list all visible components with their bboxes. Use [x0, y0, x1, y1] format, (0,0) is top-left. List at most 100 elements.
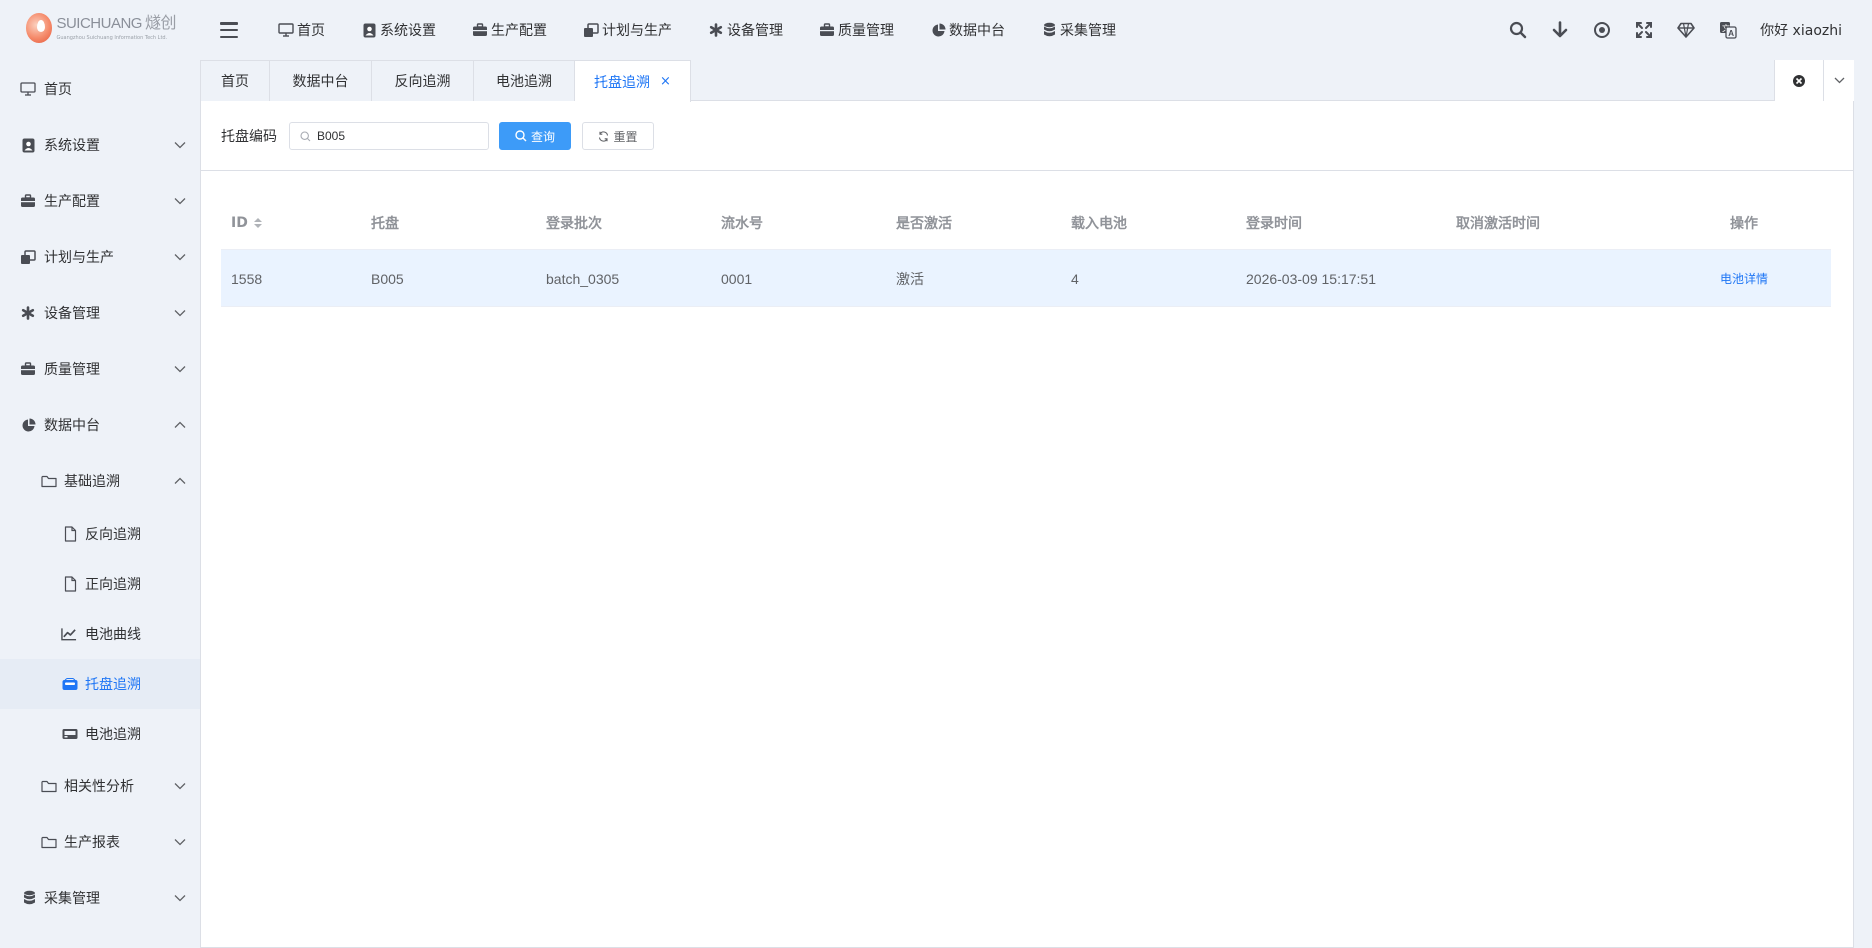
- tab-data-center[interactable]: 数据中台: [270, 60, 372, 101]
- sidebar-item-label: 电池曲线: [85, 627, 141, 643]
- column-header-action: 操作: [1730, 215, 1758, 232]
- sort-icon[interactable]: [253, 217, 262, 228]
- cell-batch: batch_0305: [546, 270, 620, 287]
- sidebar-item-basic-trace[interactable]: 基础追溯: [0, 453, 200, 509]
- topnav-item-system-settings[interactable]: 系统设置: [361, 0, 436, 60]
- pie-chart-icon: [20, 417, 36, 433]
- cell-serial: 0001: [721, 270, 753, 287]
- sidebar-item-data-center[interactable]: 数据中台: [0, 397, 200, 453]
- database-icon: [21, 890, 37, 906]
- sidebar-item-label: 正向追溯: [85, 577, 141, 593]
- sidebar-item-home[interactable]: 首页: [0, 61, 200, 117]
- topnav-label: 质量管理: [838, 23, 894, 39]
- close-icon[interactable]: ×: [660, 74, 671, 89]
- section-divider: [201, 170, 1853, 171]
- briefcase-icon: [819, 22, 835, 38]
- table-header: ID 托盘 登录批次 流水号 是否激活 载入电池 登录时间 取消激活时间 操作: [221, 196, 1831, 250]
- sidebar-item-label: 相关性分析: [64, 779, 134, 795]
- topnav-label: 设备管理: [727, 23, 783, 39]
- search-icon[interactable]: [1508, 20, 1528, 40]
- tray-code-input[interactable]: [317, 129, 477, 143]
- topnav-item-data-center[interactable]: 数据中台: [930, 0, 1005, 60]
- column-header-login-time: 登录时间: [1246, 215, 1302, 232]
- sidebar-item-reverse-trace[interactable]: 反向追溯: [0, 509, 200, 559]
- sidebar-item-battery-trace[interactable]: 电池追溯: [0, 709, 200, 759]
- briefcase-icon: [472, 22, 488, 38]
- sidebar-item-forward-trace[interactable]: 正向追溯: [0, 559, 200, 609]
- sidebar-item-production-config[interactable]: 生产配置: [0, 173, 200, 229]
- topnav-item-planning[interactable]: 计划与生产: [583, 0, 672, 60]
- tab-reverse-trace[interactable]: 反向追溯: [372, 60, 474, 101]
- topnav-label: 系统设置: [380, 23, 436, 39]
- sidebar-item-correlation[interactable]: 相关性分析: [0, 758, 200, 814]
- sidebar-item-battery-curve[interactable]: 电池曲线: [0, 609, 200, 659]
- menu-toggle-icon[interactable]: [220, 22, 238, 38]
- monitor-icon: [20, 81, 36, 97]
- sidebar-item-label: 设备管理: [44, 306, 100, 322]
- topnav-item-production-config[interactable]: 生产配置: [472, 0, 547, 60]
- pie-chart-icon: [930, 22, 946, 38]
- briefcase-icon: [20, 361, 36, 377]
- topnav-item-collection[interactable]: 采集管理: [1041, 0, 1116, 60]
- target-icon[interactable]: [1592, 20, 1612, 40]
- reset-button-label: 重置: [613, 129, 638, 144]
- search-icon: [300, 130, 311, 141]
- translate-icon[interactable]: 文A: [1718, 20, 1738, 40]
- chevron-down-icon: [174, 254, 186, 261]
- tab-label: 首页: [221, 74, 249, 90]
- query-button[interactable]: 查询: [499, 122, 571, 150]
- tab-tray-trace[interactable]: 托盘追溯 ×: [575, 60, 691, 102]
- sidebar-item-label: 质量管理: [44, 362, 100, 378]
- topnav-item-equipment[interactable]: 设备管理: [708, 0, 783, 60]
- topnav-label: 采集管理: [1060, 23, 1116, 39]
- sidebar-item-tray-trace[interactable]: 托盘追溯: [0, 659, 200, 709]
- table-row[interactable]: 1558 B005 batch_0305 0001 激活 4 2026-03-0…: [221, 250, 1831, 307]
- topnav-item-home[interactable]: 首页: [278, 0, 325, 60]
- close-all-tabs-button[interactable]: [1775, 60, 1825, 101]
- topnav-label: 数据中台: [949, 23, 1005, 39]
- column-header-id[interactable]: ID: [231, 215, 262, 231]
- cell-batteries: 4: [1071, 270, 1079, 287]
- sidebar-item-planning[interactable]: 计划与生产: [0, 229, 200, 285]
- reset-button[interactable]: 重置: [582, 122, 654, 150]
- cell-id: 1558: [231, 270, 263, 287]
- sidebar-item-quality[interactable]: 质量管理: [0, 341, 200, 397]
- asterisk-icon: [20, 305, 36, 321]
- sidebar-item-system-settings[interactable]: 系统设置: [0, 117, 200, 173]
- chevron-down-icon: [1834, 77, 1845, 84]
- folder-icon: [41, 778, 57, 794]
- topnav-label: 首页: [297, 23, 325, 39]
- sidebar: 首页 系统设置 生产配置 计划与生产 设备管理 质量管理 数据中台 基础追溯 反…: [0, 60, 200, 948]
- battery-details-link[interactable]: 电池详情: [1720, 270, 1768, 287]
- tab-label: 托盘追溯: [594, 74, 651, 91]
- brand-name-cn: 燧创: [144, 14, 177, 32]
- chevron-down-icon: [174, 142, 186, 149]
- column-header-deactivate-time: 取消激活时间: [1456, 215, 1540, 232]
- user-greeting[interactable]: 你好 xiaozhi: [1760, 20, 1842, 40]
- chevron-down-icon: [174, 198, 186, 205]
- sidebar-item-production-report[interactable]: 生产报表: [0, 814, 200, 870]
- sidebar-item-label: 生产报表: [64, 835, 120, 851]
- sidebar-item-label: 数据中台: [44, 418, 100, 434]
- briefcase-icon: [20, 193, 36, 209]
- topnav-item-quality[interactable]: 质量管理: [819, 0, 894, 60]
- header-toolbar: 文A 你好 xiaozhi: [1486, 0, 1842, 60]
- logo-mark-icon: [26, 13, 53, 43]
- tab-home[interactable]: 首页: [200, 60, 270, 101]
- sidebar-item-label: 托盘追溯: [85, 677, 141, 693]
- download-icon[interactable]: [1550, 20, 1570, 40]
- column-header-active: 是否激活: [896, 215, 952, 232]
- topnav-label: 计划与生产: [602, 23, 672, 39]
- brand-name-en: SUICHUANG: [56, 14, 142, 32]
- main-panel: [200, 60, 1854, 948]
- tray-code-input-wrapper[interactable]: [289, 122, 489, 150]
- sidebar-item-collection[interactable]: 采集管理: [0, 870, 200, 926]
- sidebar-item-equipment[interactable]: 设备管理: [0, 285, 200, 341]
- brand-logo[interactable]: SUICHUANG 燧创 Guangzhou Suichuang Informat…: [26, 10, 177, 46]
- fullscreen-icon[interactable]: [1634, 20, 1654, 40]
- tab-battery-trace[interactable]: 电池追溯: [474, 60, 575, 101]
- diamond-icon[interactable]: [1676, 20, 1696, 40]
- cell-tray: B005: [371, 270, 404, 287]
- clone-icon: [583, 22, 599, 38]
- tabs-dropdown-button[interactable]: [1824, 60, 1854, 101]
